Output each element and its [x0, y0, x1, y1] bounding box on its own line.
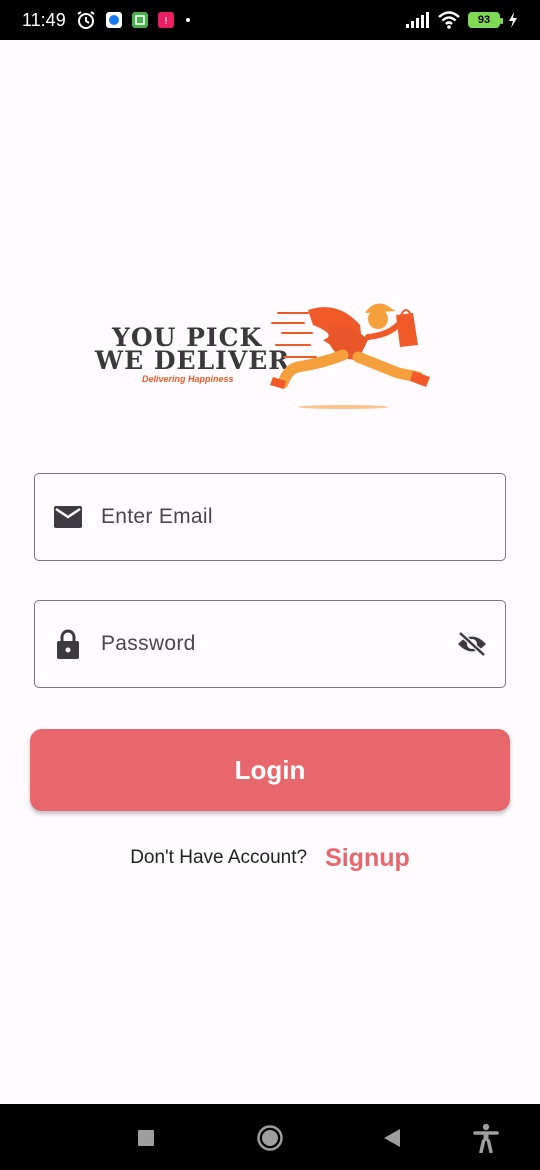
wifi-icon [438, 11, 460, 29]
delivery-runner-icon [270, 303, 430, 409]
navigation-bar [0, 1104, 540, 1170]
dot-icon [184, 16, 192, 24]
email-field[interactable]: Enter Email [34, 473, 506, 561]
recent-apps-icon[interactable] [130, 1122, 162, 1154]
home-icon[interactable] [254, 1122, 286, 1154]
notification-icon: ! [157, 12, 174, 28]
messenger-icon [105, 12, 122, 28]
back-icon[interactable] [376, 1122, 408, 1154]
battery-icon: 93 [468, 12, 503, 28]
status-time: 11:49 [22, 9, 66, 30]
accessibility-icon[interactable] [470, 1122, 502, 1154]
mail-icon [53, 502, 83, 532]
signal-icon [406, 12, 430, 28]
battery-level: 93 [477, 14, 491, 26]
signup-row: Don't Have Account? Signup [0, 838, 540, 878]
signup-link[interactable]: Signup [325, 844, 410, 873]
login-button[interactable]: Login [30, 729, 510, 811]
email-input[interactable]: Enter Email [101, 505, 213, 529]
signup-prompt: Don't Have Account? [130, 847, 308, 868]
password-field[interactable]: Password [34, 600, 506, 688]
app-icon [131, 12, 148, 28]
logo-line-2: WE DELIVER [95, 346, 291, 375]
lock-icon [53, 629, 83, 659]
charging-icon [508, 12, 518, 28]
svg-text:!: ! [164, 16, 168, 27]
logo-tagline: Delivering Happiness [142, 374, 234, 384]
password-input[interactable]: Password [101, 632, 196, 656]
visibility-off-icon[interactable] [455, 627, 489, 661]
alarm-icon [76, 10, 96, 30]
status-bar: 11:49 ! 93 [0, 0, 540, 40]
app-logo: YOU PICK WE DELIVER Delivering Happiness [90, 295, 440, 415]
